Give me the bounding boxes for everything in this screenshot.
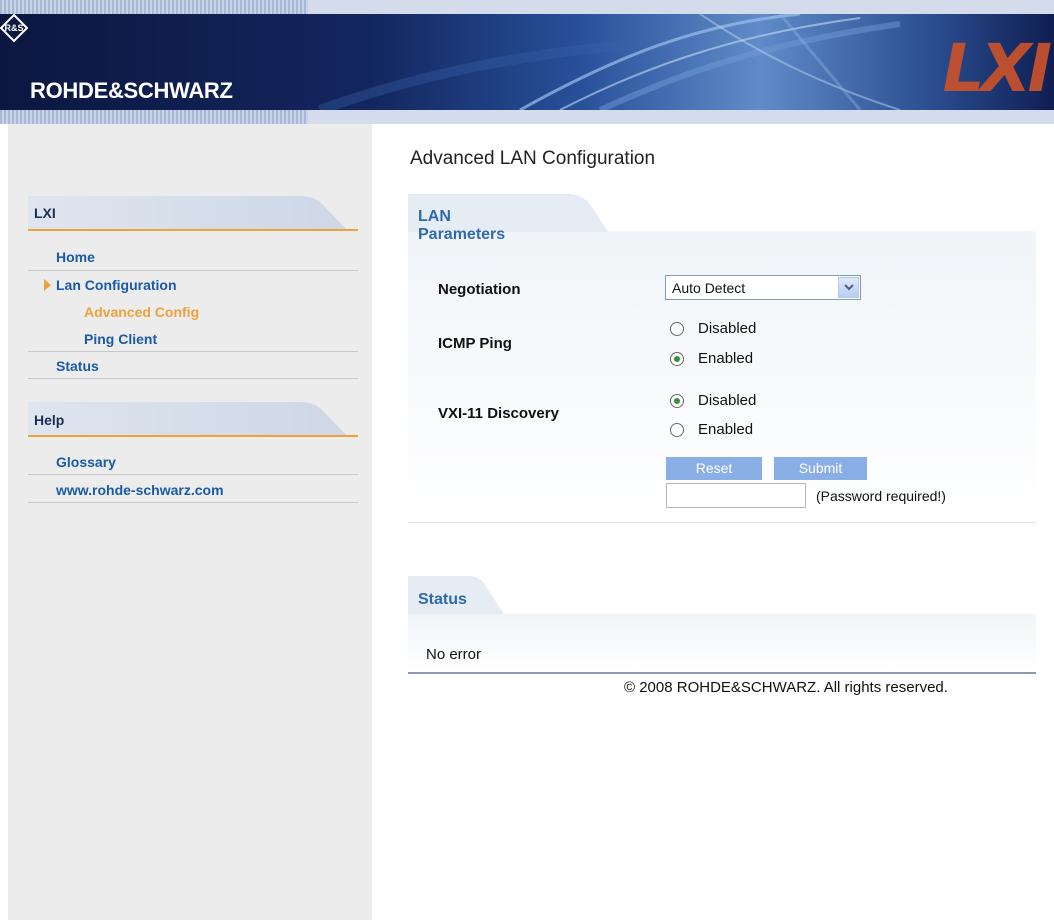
- status-title: Status: [418, 591, 467, 608]
- section-tab-shape: [28, 402, 346, 435]
- sidebar-item-rohde-schwarz-link[interactable]: www.rohde-schwarz.com: [56, 482, 224, 498]
- sidebar-item-lan-configuration[interactable]: Lan Configuration: [56, 277, 177, 293]
- sidebar-section-lxi: LXI: [28, 196, 358, 231]
- negotiation-select[interactable]: Auto Detect: [665, 275, 861, 300]
- status-tab-shape: [408, 576, 504, 614]
- icmp-ping-enabled-radio[interactable]: [670, 352, 684, 366]
- section-underline: [28, 229, 358, 231]
- status-panel: [408, 614, 1036, 672]
- status-message: No error: [426, 646, 482, 663]
- sidebar: LXI Home Lan Configuration Advanced Conf…: [0, 124, 372, 920]
- lxi-logo: LXI: [942, 30, 1052, 107]
- password-input[interactable]: [666, 483, 806, 508]
- chevron-down-icon: [844, 284, 854, 291]
- sidebar-item-status[interactable]: Status: [56, 358, 99, 374]
- icmp-ping-label: ICMP Ping: [438, 335, 512, 352]
- nav-divider: [28, 474, 358, 475]
- reset-button[interactable]: Reset: [666, 457, 762, 480]
- section-tab-shape: [28, 196, 346, 229]
- sidebar-section-title: Help: [34, 412, 65, 428]
- vxi11-enabled-radio[interactable]: [670, 423, 684, 437]
- panel-separator: [408, 522, 1036, 523]
- page-title: Advanced LAN Configuration: [410, 148, 656, 169]
- sidebar-section-title: LXI: [34, 205, 56, 221]
- nav-divider: [28, 378, 358, 379]
- rs-diamond-logo-icon: R&S: [0, 14, 28, 43]
- sidebar-item-home[interactable]: Home: [56, 249, 95, 265]
- vxi11-disabled-radio[interactable]: [670, 394, 684, 408]
- sidebar-item-glossary[interactable]: Glossary: [56, 454, 116, 470]
- negotiation-selected-value: Auto Detect: [672, 280, 746, 296]
- dropdown-button[interactable]: [838, 277, 859, 298]
- password-required-note: (Password required!): [816, 488, 946, 504]
- banner-top-stripe: [0, 0, 1054, 14]
- nav-divider: [28, 270, 358, 271]
- status-bottom-rule: [408, 672, 1036, 674]
- brand-name: ROHDE&SCHWARZ: [30, 78, 233, 103]
- nav-divider: [28, 502, 358, 503]
- vxi11-disabled-label: Disabled: [698, 392, 757, 409]
- sidebar-section-help: Help: [28, 402, 358, 437]
- nav-divider: [28, 351, 358, 352]
- submit-button[interactable]: Submit: [774, 457, 867, 480]
- banner-hero: R&S ROHDE&SCHWARZ LXI: [0, 14, 1054, 110]
- sidebar-item-ping-client[interactable]: Ping Client: [84, 331, 157, 347]
- vxi11-enabled-label: Enabled: [698, 421, 754, 438]
- header-banner: R&S ROHDE&SCHWARZ LXI: [0, 0, 1054, 124]
- banner-bottom-stripe: [0, 110, 1054, 124]
- negotiation-label: Negotiation: [438, 281, 521, 298]
- section-underline: [28, 435, 358, 437]
- svg-text:R&S: R&S: [4, 23, 23, 33]
- icmp-ping-disabled-radio[interactable]: [670, 322, 684, 336]
- copyright-notice: © 2008 ROHDE&SCHWARZ. All rights reserve…: [624, 679, 948, 696]
- sidebar-item-advanced-config[interactable]: Advanced Config: [84, 304, 199, 320]
- icmp-ping-enabled-label: Enabled: [698, 350, 754, 367]
- active-arrow-icon: [44, 279, 51, 291]
- icmp-ping-disabled-label: Disabled: [698, 320, 757, 337]
- vxi11-discovery-label: VXI-11 Discovery: [438, 405, 559, 422]
- lan-parameters-title: LAN Parameters: [418, 208, 506, 243]
